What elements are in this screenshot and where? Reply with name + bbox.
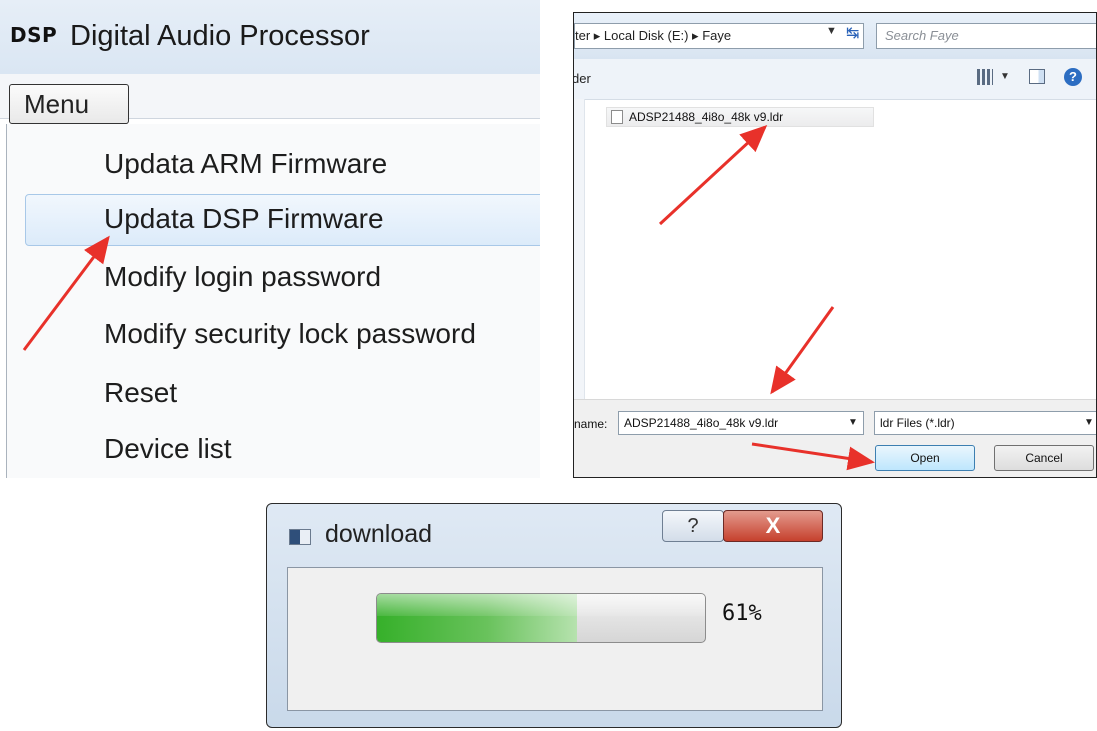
cancel-button[interactable]: Cancel <box>994 445 1094 471</box>
new-folder-button[interactable]: der <box>574 71 591 86</box>
chevron-down-icon[interactable]: ▼ <box>1000 71 1010 82</box>
search-input[interactable]: Search Faye <box>876 23 1096 49</box>
dialog-body: 61% <box>287 567 823 711</box>
open-file-dialog: ter ▸ Local Disk (E:) ▸ Faye ▼ ↹ Search … <box>573 12 1097 478</box>
preview-pane-icon[interactable] <box>1029 69 1045 84</box>
menu-item-update-arm-firmware[interactable]: Updata ARM Firmware <box>104 148 387 180</box>
progress-bar <box>376 593 706 643</box>
menu-window: DSP Digital Audio Processor Menu Updata … <box>0 0 540 478</box>
file-name: ADSP21488_4i8o_48k v9.ldr <box>629 110 784 124</box>
app-title: Digital Audio Processor <box>70 20 370 52</box>
file-icon <box>611 110 623 124</box>
download-dialog: download ? X 61% <box>266 503 842 728</box>
breadcrumb[interactable]: ter ▸ Local Disk (E:) ▸ Faye <box>574 23 864 49</box>
chevron-down-icon[interactable]: ▼ <box>1084 417 1094 428</box>
help-icon[interactable]: ? <box>1064 68 1082 86</box>
chevron-down-icon[interactable]: ▼ <box>848 417 858 428</box>
app-logo: DSP <box>10 23 58 47</box>
filename-label: name: <box>574 417 608 431</box>
refresh-icon[interactable]: ↹ <box>846 23 859 43</box>
dropdown-icon[interactable]: ▼ <box>826 25 837 37</box>
menu-item-modify-security-lock-password[interactable]: Modify security lock password <box>104 318 476 350</box>
open-button[interactable]: Open <box>875 445 975 471</box>
navigation-pane <box>574 99 585 399</box>
menu-item-modify-login-password[interactable]: Modify login password <box>104 261 381 293</box>
menu-item-reset[interactable]: Reset <box>104 377 177 409</box>
toolbar <box>574 59 1096 100</box>
filename-field[interactable]: ADSP21488_4i8o_48k v9.ldr <box>618 411 864 435</box>
menu-button[interactable]: Menu <box>9 84 129 124</box>
filetype-select[interactable]: ldr Files (*.ldr) <box>874 411 1096 435</box>
window-icon <box>289 529 311 545</box>
close-button[interactable]: X <box>723 510 823 542</box>
menu-item-device-list[interactable]: Device list <box>104 433 232 465</box>
file-list-item[interactable]: ADSP21488_4i8o_48k v9.ldr <box>606 107 874 127</box>
dialog-title: download <box>325 520 433 548</box>
view-icon[interactable] <box>977 69 993 85</box>
progress-gloss <box>377 594 705 616</box>
help-button[interactable]: ? <box>662 510 724 542</box>
menu-item-update-dsp-firmware[interactable]: Updata DSP Firmware <box>104 203 384 235</box>
progress-percent: 61% <box>722 601 762 626</box>
